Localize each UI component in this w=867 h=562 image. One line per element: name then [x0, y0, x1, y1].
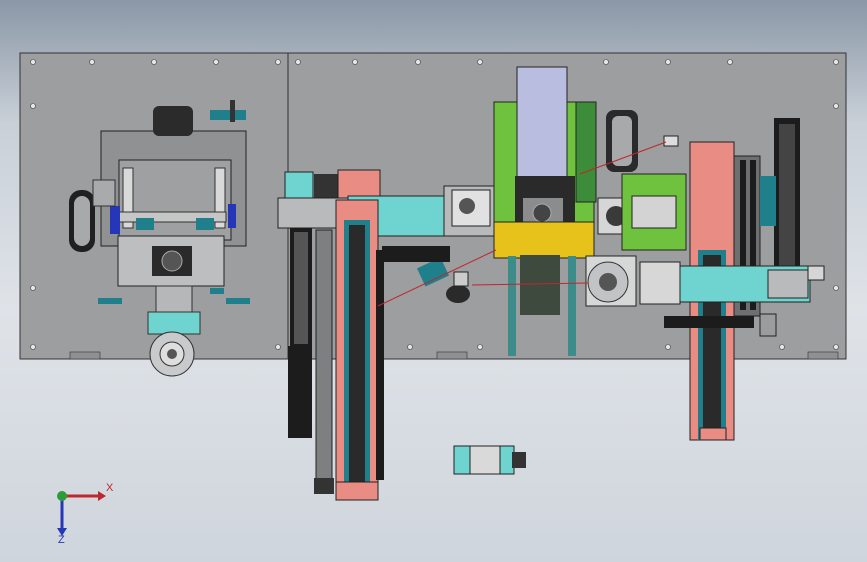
assembly-drawing[interactable]: [0, 0, 867, 562]
x-axis-label: X: [106, 482, 114, 494]
gripper-part: [453, 445, 526, 475]
z-axis-label: Z: [58, 534, 65, 546]
y-axis-dot: [57, 491, 67, 501]
cad-viewport[interactable]: X Y Z: [0, 0, 867, 562]
coordinate-triad: X Y Z: [40, 478, 120, 548]
